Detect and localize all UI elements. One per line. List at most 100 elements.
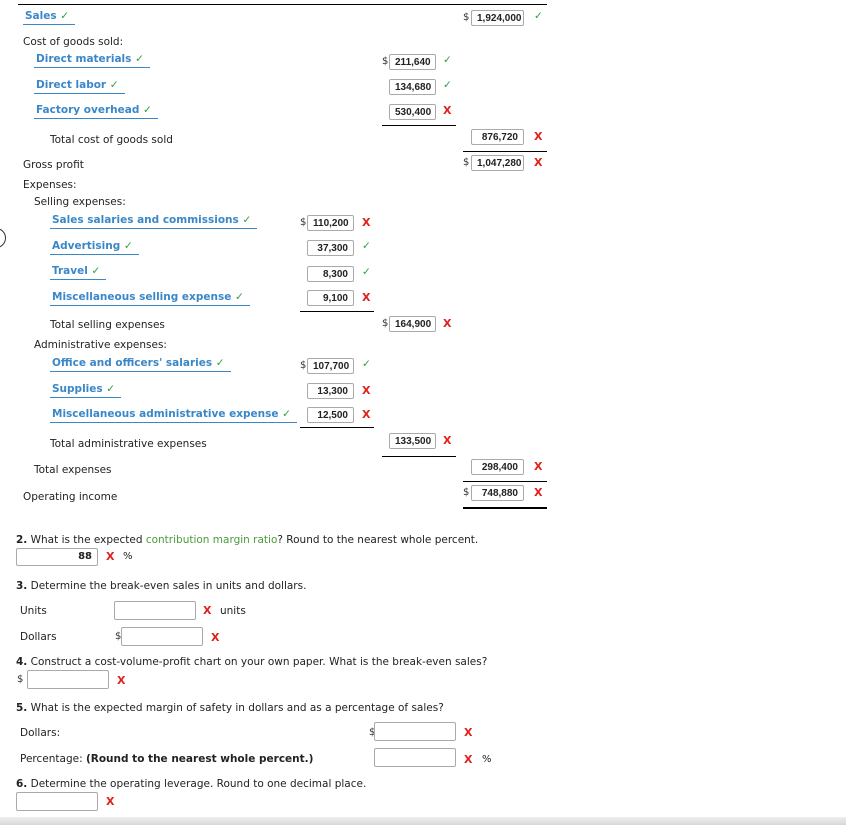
dollar-sign: $ bbox=[463, 12, 470, 23]
subtotal-rule bbox=[463, 151, 547, 152]
question-3: 3. Determine the break-even sales in uni… bbox=[16, 580, 307, 592]
operating-leverage-input[interactable] bbox=[16, 792, 98, 811]
dollar-sign: $ bbox=[17, 674, 24, 685]
question-5: 5. What is the expected margin of safety… bbox=[16, 702, 444, 714]
direct-labor-label[interactable]: Direct labor ✓ bbox=[34, 79, 125, 94]
check-icon: ✓ bbox=[362, 240, 371, 252]
subtotal-rule bbox=[300, 311, 374, 312]
x-icon: X bbox=[443, 317, 452, 330]
dollar-sign: $ bbox=[382, 318, 389, 329]
x-icon: X bbox=[211, 631, 220, 644]
sales-label[interactable]: Sales ✓ bbox=[23, 10, 76, 25]
direct-materials-input[interactable]: 211,640 bbox=[389, 54, 436, 70]
misc-selling-input[interactable]: 9,100 bbox=[307, 290, 354, 306]
total-admin-label: Total administrative expenses bbox=[50, 438, 207, 450]
contribution-margin-link[interactable]: contribution margin ratio bbox=[146, 534, 278, 546]
subtotal-rule bbox=[300, 427, 374, 428]
dollar-sign: $ bbox=[463, 157, 470, 168]
percent-sign: % bbox=[482, 754, 492, 765]
sales-input[interactable]: 1,924,000 bbox=[471, 10, 524, 26]
check-icon: ✓ bbox=[362, 358, 371, 370]
office-salaries-label[interactable]: Office and officers' salaries ✓ bbox=[50, 357, 231, 372]
subtotal-rule bbox=[382, 456, 456, 457]
dollars-label: Dollars bbox=[20, 631, 57, 643]
x-icon: X bbox=[117, 674, 126, 687]
direct-labor-input[interactable]: 134,680 bbox=[389, 79, 436, 95]
horizontal-scrollbar[interactable] bbox=[0, 817, 846, 825]
factory-overhead-input[interactable]: 530,400 bbox=[389, 104, 436, 120]
percent-sign: % bbox=[123, 551, 133, 562]
office-salaries-input[interactable]: 107,700 bbox=[307, 358, 354, 374]
circle-decoration bbox=[0, 228, 6, 248]
x-icon: X bbox=[362, 291, 371, 304]
dollar-sign: $ bbox=[300, 217, 307, 228]
check-icon: ✓ bbox=[443, 79, 452, 91]
x-icon: X bbox=[362, 384, 371, 397]
operating-income-input[interactable]: 748,880 bbox=[471, 485, 524, 501]
dollar-sign: $ bbox=[300, 360, 307, 371]
advertising-input[interactable]: 37,300 bbox=[307, 240, 354, 256]
break-even-dollars-input[interactable] bbox=[121, 627, 203, 646]
sales-salaries-label[interactable]: Sales salaries and commissions ✓ bbox=[50, 214, 258, 229]
check-icon: ✓ bbox=[443, 54, 452, 66]
travel-input[interactable]: 8,300 bbox=[307, 266, 354, 282]
x-icon: X bbox=[362, 216, 371, 229]
gross-profit-input[interactable]: 1,047,280 bbox=[471, 155, 524, 171]
check-icon: ✓ bbox=[362, 266, 371, 278]
misc-admin-input[interactable]: 12,500 bbox=[307, 407, 354, 423]
x-icon: X bbox=[106, 795, 115, 808]
total-selling-label: Total selling expenses bbox=[50, 319, 165, 331]
total-expenses-input[interactable]: 298,400 bbox=[471, 459, 524, 475]
misc-selling-label[interactable]: Miscellaneous selling expense ✓ bbox=[50, 291, 250, 306]
direct-materials-label[interactable]: Direct materials ✓ bbox=[34, 53, 150, 68]
operating-income-label: Operating income bbox=[23, 491, 118, 503]
total-admin-input[interactable]: 133,500 bbox=[389, 433, 436, 449]
x-icon: X bbox=[443, 434, 452, 447]
subtotal-rule bbox=[382, 125, 456, 126]
misc-admin-label[interactable]: Miscellaneous administrative expense ✓ bbox=[50, 408, 297, 423]
expenses-header: Expenses: bbox=[23, 179, 77, 191]
advertising-label[interactable]: Advertising ✓ bbox=[50, 240, 139, 255]
supplies-input[interactable]: 13,300 bbox=[307, 383, 354, 399]
admin-header: Administrative expenses: bbox=[34, 339, 167, 351]
margin-percentage-input[interactable] bbox=[374, 748, 456, 767]
contribution-margin-input[interactable]: 88 bbox=[16, 548, 98, 566]
margin-percentage-label: Percentage: (Round to the nearest whole … bbox=[20, 753, 314, 765]
x-icon: X bbox=[362, 408, 371, 421]
total-expenses-label: Total expenses bbox=[34, 464, 112, 476]
break-even-sales-input[interactable] bbox=[27, 670, 109, 689]
margin-dollars-label: Dollars: bbox=[20, 727, 61, 739]
question-6: 6. Determine the operating leverage. Rou… bbox=[16, 778, 367, 790]
question-2: 2. What is the expected contribution mar… bbox=[16, 534, 479, 546]
break-even-units-input[interactable] bbox=[114, 601, 196, 620]
total-cogs-input[interactable]: 876,720 bbox=[471, 129, 524, 145]
total-cogs-label: Total cost of goods sold bbox=[50, 134, 173, 146]
units-label: Units bbox=[20, 605, 47, 617]
check-icon: ✓ bbox=[534, 10, 543, 22]
x-icon: X bbox=[464, 753, 473, 766]
x-icon: X bbox=[464, 726, 473, 739]
double-rule bbox=[463, 507, 547, 509]
x-icon: X bbox=[534, 460, 543, 473]
top-rule bbox=[18, 4, 547, 5]
gross-profit-label: Gross profit bbox=[23, 159, 84, 171]
subtotal-rule bbox=[463, 481, 547, 482]
x-icon: X bbox=[443, 104, 452, 117]
supplies-label[interactable]: Supplies ✓ bbox=[50, 383, 122, 398]
margin-dollars-input[interactable] bbox=[374, 722, 456, 741]
question-4: 4. Construct a cost-volume-profit chart … bbox=[16, 656, 488, 668]
x-icon: X bbox=[534, 486, 543, 499]
dollar-sign: $ bbox=[382, 56, 389, 67]
x-icon: X bbox=[106, 550, 115, 563]
total-selling-input[interactable]: 164,900 bbox=[389, 316, 436, 332]
travel-label[interactable]: Travel ✓ bbox=[50, 265, 107, 280]
cogs-header: Cost of goods sold: bbox=[23, 36, 124, 48]
factory-overhead-label[interactable]: Factory overhead ✓ bbox=[34, 104, 158, 119]
selling-header: Selling expenses: bbox=[34, 196, 126, 208]
x-icon: X bbox=[203, 604, 212, 617]
units-suffix: units bbox=[220, 605, 246, 617]
sales-salaries-input[interactable]: 110,200 bbox=[307, 215, 354, 231]
x-icon: X bbox=[534, 156, 543, 169]
dollar-sign: $ bbox=[463, 487, 470, 498]
x-icon: X bbox=[534, 130, 543, 143]
